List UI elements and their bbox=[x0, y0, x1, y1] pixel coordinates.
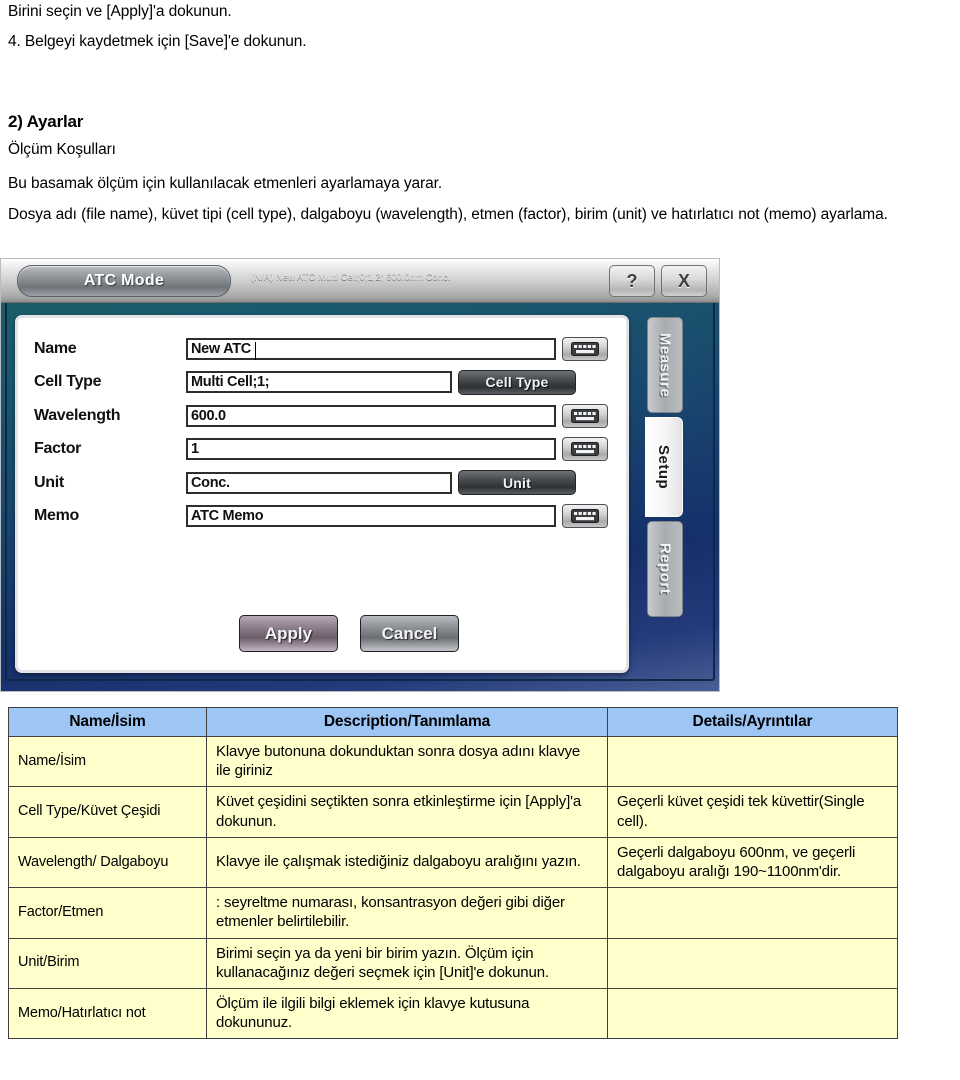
paragraph-save-instruction: 4. Belgeyi kaydetmek için [Save]'e dokun… bbox=[8, 33, 307, 50]
dialog-titlebar: ATC Mode (N/A) New ATC Multi Cell;0;1,2;… bbox=[1, 259, 719, 303]
cell-description: Klavye ile çalışmak istediğiniz dalgaboy… bbox=[206, 836, 608, 889]
keyboard-icon-memo[interactable] bbox=[562, 504, 608, 529]
section-heading: 2) Ayarlar bbox=[8, 112, 84, 132]
field-row-name: Name New ATC bbox=[34, 332, 618, 366]
paragraph-step-purpose: Bu basamak ölçüm için kullanılacak etmen… bbox=[8, 175, 443, 192]
table-row: Name/İsim Klavye butonuna dokunduktan so… bbox=[8, 735, 898, 788]
field-description-table: Name/İsim Description/Tanımlama Details/… bbox=[8, 707, 898, 1040]
input-factor[interactable]: 1 bbox=[186, 438, 556, 461]
tab-measure[interactable]: Measure bbox=[647, 317, 683, 413]
form-field-list: Name New ATC Cell Type Multi Cell;1; Cel… bbox=[34, 332, 618, 533]
field-row-factor: Factor 1 bbox=[34, 433, 618, 467]
cell-description: Küvet çeşidini seçtikten sonra etkinleşt… bbox=[206, 786, 608, 838]
table-row: Memo/Hatırlatıcı not Ölçüm ile ilgili bi… bbox=[8, 987, 898, 1040]
field-row-memo: Memo ATC Memo bbox=[34, 500, 618, 534]
help-button[interactable]: ? bbox=[609, 265, 655, 297]
unit-button[interactable]: Unit bbox=[458, 470, 576, 496]
cell-details: Geçerli dalgaboyu 600nm, ve geçerli dalg… bbox=[607, 836, 898, 889]
side-tab-strip: Measure Setup Report bbox=[645, 317, 683, 621]
cancel-button-label: Cancel bbox=[381, 623, 438, 643]
cell-name: Unit/Birim bbox=[8, 937, 207, 989]
setup-form-panel: Name New ATC Cell Type Multi Cell;1; Cel… bbox=[15, 315, 629, 673]
paragraph-apply-instruction: Birini seçin ve [Apply]'a dokunun. bbox=[8, 3, 232, 20]
table-header-row: Name/İsim Description/Tanımlama Details/… bbox=[8, 707, 898, 737]
column-header-details: Details/Ayrıntılar bbox=[607, 707, 898, 737]
paragraph-settings-list: Dosya adı (file name), küvet tipi (cell … bbox=[8, 206, 888, 223]
cell-description: Klavye butonuna dokunduktan sonra dosya … bbox=[206, 735, 608, 788]
table-row: Factor/Etmen : seyreltme numarası, konsa… bbox=[8, 887, 898, 939]
label-name: Name bbox=[34, 339, 77, 357]
cancel-button[interactable]: Cancel bbox=[360, 615, 459, 652]
cell-type-button[interactable]: Cell Type bbox=[458, 369, 576, 395]
cell-name: Name/İsim bbox=[8, 735, 207, 788]
cell-description: Birimi seçin ya da yeni bir birim yazın.… bbox=[206, 937, 608, 989]
close-button[interactable]: X bbox=[661, 265, 707, 297]
close-icon: X bbox=[677, 270, 690, 291]
titlebar-status-text: (N/A) New ATC Multi Cell;0;1,2; 600.0nm … bbox=[251, 272, 451, 283]
mode-button-label: ATC Mode bbox=[83, 272, 165, 289]
cell-name: Cell Type/Küvet Çeşidi bbox=[8, 786, 207, 838]
input-wavelength[interactable]: 600.0 bbox=[186, 404, 556, 427]
cell-type-button-label: Cell Type bbox=[485, 374, 549, 391]
label-cell-type: Cell Type bbox=[34, 373, 102, 391]
label-unit: Unit bbox=[34, 473, 64, 491]
question-mark-icon: ? bbox=[626, 270, 638, 291]
atc-mode-dialog-screenshot: ATC Mode (N/A) New ATC Multi Cell;0;1,2;… bbox=[0, 258, 720, 692]
keyboard-icon-factor[interactable] bbox=[562, 437, 608, 462]
column-header-name: Name/İsim bbox=[8, 707, 207, 737]
label-wavelength: Wavelength bbox=[34, 406, 121, 424]
cell-name: Factor/Etmen bbox=[8, 887, 207, 939]
field-row-cell-type: Cell Type Multi Cell;1; Cell Type bbox=[34, 366, 618, 400]
column-header-description: Description/Tanımlama bbox=[206, 707, 608, 737]
apply-button[interactable]: Apply bbox=[239, 615, 338, 652]
cell-name: Memo/Hatırlatıcı not bbox=[8, 987, 207, 1040]
label-factor: Factor bbox=[34, 440, 82, 458]
cell-description: : seyreltme numarası, konsantrasyon değe… bbox=[206, 887, 608, 939]
field-row-wavelength: Wavelength 600.0 bbox=[34, 399, 618, 433]
table-row: Wavelength/ Dalgaboyu Klavye ile çalışma… bbox=[8, 836, 898, 889]
input-unit[interactable]: Conc. bbox=[186, 471, 452, 494]
cell-details bbox=[607, 735, 898, 788]
tab-setup-label: Setup bbox=[655, 444, 672, 490]
mode-button[interactable]: ATC Mode bbox=[17, 265, 231, 297]
cell-name: Wavelength/ Dalgaboyu bbox=[8, 836, 207, 889]
cell-description: Ölçüm ile ilgili bilgi eklemek için klav… bbox=[206, 987, 608, 1040]
cell-details bbox=[607, 887, 898, 939]
label-memo: Memo bbox=[34, 507, 80, 525]
cell-details bbox=[607, 987, 898, 1040]
apply-button-label: Apply bbox=[264, 623, 313, 643]
cell-details bbox=[607, 937, 898, 989]
keyboard-icon-wavelength[interactable] bbox=[562, 403, 608, 428]
table-row: Unit/Birim Birimi seçin ya da yeni bir b… bbox=[8, 937, 898, 989]
input-name[interactable]: New ATC bbox=[186, 337, 556, 360]
table-row: Cell Type/Küvet Çeşidi Küvet çeşidini se… bbox=[8, 786, 898, 838]
keyboard-icon-name[interactable] bbox=[562, 336, 608, 361]
tab-measure-label: Measure bbox=[656, 332, 674, 398]
unit-button-label: Unit bbox=[502, 474, 531, 491]
tab-report[interactable]: Report bbox=[647, 521, 683, 617]
field-row-unit: Unit Conc. Unit bbox=[34, 466, 618, 500]
tab-report-label: Report bbox=[656, 543, 674, 595]
subheading-measurement-conditions: Ölçüm Koşulları bbox=[8, 141, 116, 158]
input-memo[interactable]: ATC Memo bbox=[186, 505, 556, 528]
dialog-action-bar: Apply Cancel bbox=[18, 615, 626, 652]
cell-details: Geçerli küvet çeşidi tek küvettir(Single… bbox=[607, 786, 898, 838]
tab-setup[interactable]: Setup bbox=[645, 417, 683, 517]
input-cell-type[interactable]: Multi Cell;1; bbox=[186, 371, 452, 394]
